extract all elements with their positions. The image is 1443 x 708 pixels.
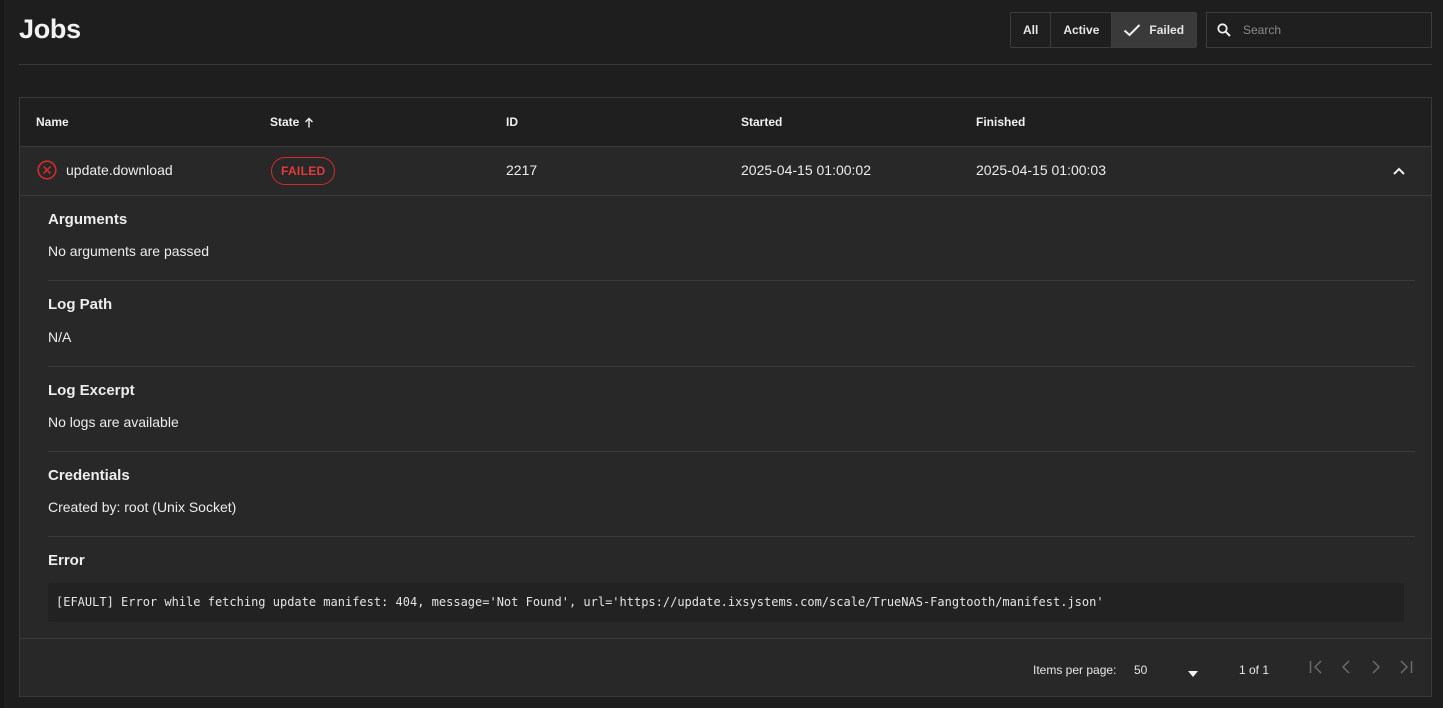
column-header-state-label: State (270, 115, 300, 129)
search-box (1206, 12, 1432, 48)
chevron-up-icon (1393, 167, 1405, 175)
log-excerpt-title: Log Excerpt (48, 382, 135, 399)
table-paginator: Items per page: 50 1 of 1 (20, 638, 1431, 696)
log-path-value: N/A (48, 329, 72, 345)
log-excerpt-value: No logs are available (48, 414, 179, 430)
jobs-table: Name State ID Started Finished update.do (19, 97, 1432, 697)
job-id: 2217 (506, 162, 538, 178)
column-header-id-label: ID (506, 115, 518, 129)
filter-active-button[interactable]: Active (1051, 13, 1113, 47)
error-circle-icon (37, 160, 57, 180)
chevron-left-icon (1341, 660, 1350, 674)
job-name-cell: update.download (37, 160, 173, 180)
filter-failed-button[interactable]: Failed (1112, 13, 1197, 47)
details-log-excerpt-section: Log Excerpt No logs are available (48, 367, 1415, 452)
details-arguments-section: Arguments No arguments are passed (48, 196, 1415, 281)
column-header-started[interactable]: Started (741, 115, 782, 129)
table-header: Name State ID Started Finished (20, 98, 1431, 147)
column-header-id[interactable]: ID (506, 115, 518, 129)
last-page-button[interactable] (1398, 659, 1414, 680)
search-input[interactable] (1243, 23, 1413, 37)
column-header-name[interactable]: Name (36, 115, 69, 129)
error-title: Error (48, 552, 85, 569)
filter-active-label: Active (1063, 23, 1100, 37)
items-per-page-dropdown[interactable] (1188, 664, 1198, 682)
status-badge: FAILED (271, 157, 336, 185)
chevron-right-icon (1372, 660, 1381, 674)
check-icon (1124, 24, 1141, 37)
arguments-value: No arguments are passed (48, 243, 210, 259)
last-page-icon (1400, 660, 1413, 674)
filter-failed-label: Failed (1149, 23, 1185, 37)
details-credentials-section: Credentials Created by: root (Unix Socke… (48, 452, 1415, 537)
page-title: Jobs (19, 14, 81, 44)
column-header-started-label: Started (741, 115, 783, 129)
items-per-page-label: Items per page: (1033, 663, 1117, 677)
arrow-up-icon (305, 117, 314, 127)
column-header-state[interactable]: State (270, 115, 314, 129)
job-started: 2025-04-15 01:00:02 (741, 162, 871, 178)
column-header-finished[interactable]: Finished (976, 115, 1025, 129)
previous-page-button[interactable] (1338, 659, 1354, 680)
column-header-finished-label: Finished (976, 115, 1026, 129)
items-per-page-select[interactable]: 50 (1134, 663, 1147, 677)
filter-all-button[interactable]: All (1011, 13, 1052, 47)
header-divider (19, 64, 1432, 65)
arguments-title: Arguments (48, 211, 128, 228)
caret-down-icon (1188, 671, 1198, 677)
search-icon (1217, 23, 1231, 37)
state-filter-toggle: All Active Failed (1010, 12, 1198, 48)
filter-all-label: All (1023, 23, 1039, 37)
first-page-icon (1309, 660, 1322, 674)
job-finished: 2025-04-15 01:00:03 (976, 162, 1106, 178)
details-log-path-section: Log Path N/A (48, 281, 1415, 367)
error-message: [EFAULT] Error while fetching update man… (48, 583, 1404, 622)
first-page-button[interactable] (1308, 659, 1324, 680)
next-page-button[interactable] (1368, 659, 1384, 680)
table-row[interactable]: update.download FAILED 2217 2025-04-15 0… (20, 147, 1431, 196)
credentials-title: Credentials (48, 467, 130, 484)
collapse-row-button[interactable] (1392, 163, 1406, 181)
credentials-value: Created by: root (Unix Socket) (48, 499, 237, 515)
left-edge-shadow (0, 0, 4, 708)
details-error-section: Error (48, 537, 1415, 583)
page-range-label: 1 of 1 (1239, 663, 1270, 677)
log-path-title: Log Path (48, 296, 113, 313)
job-name: update.download (66, 162, 173, 178)
column-header-name-label: Name (36, 115, 69, 129)
